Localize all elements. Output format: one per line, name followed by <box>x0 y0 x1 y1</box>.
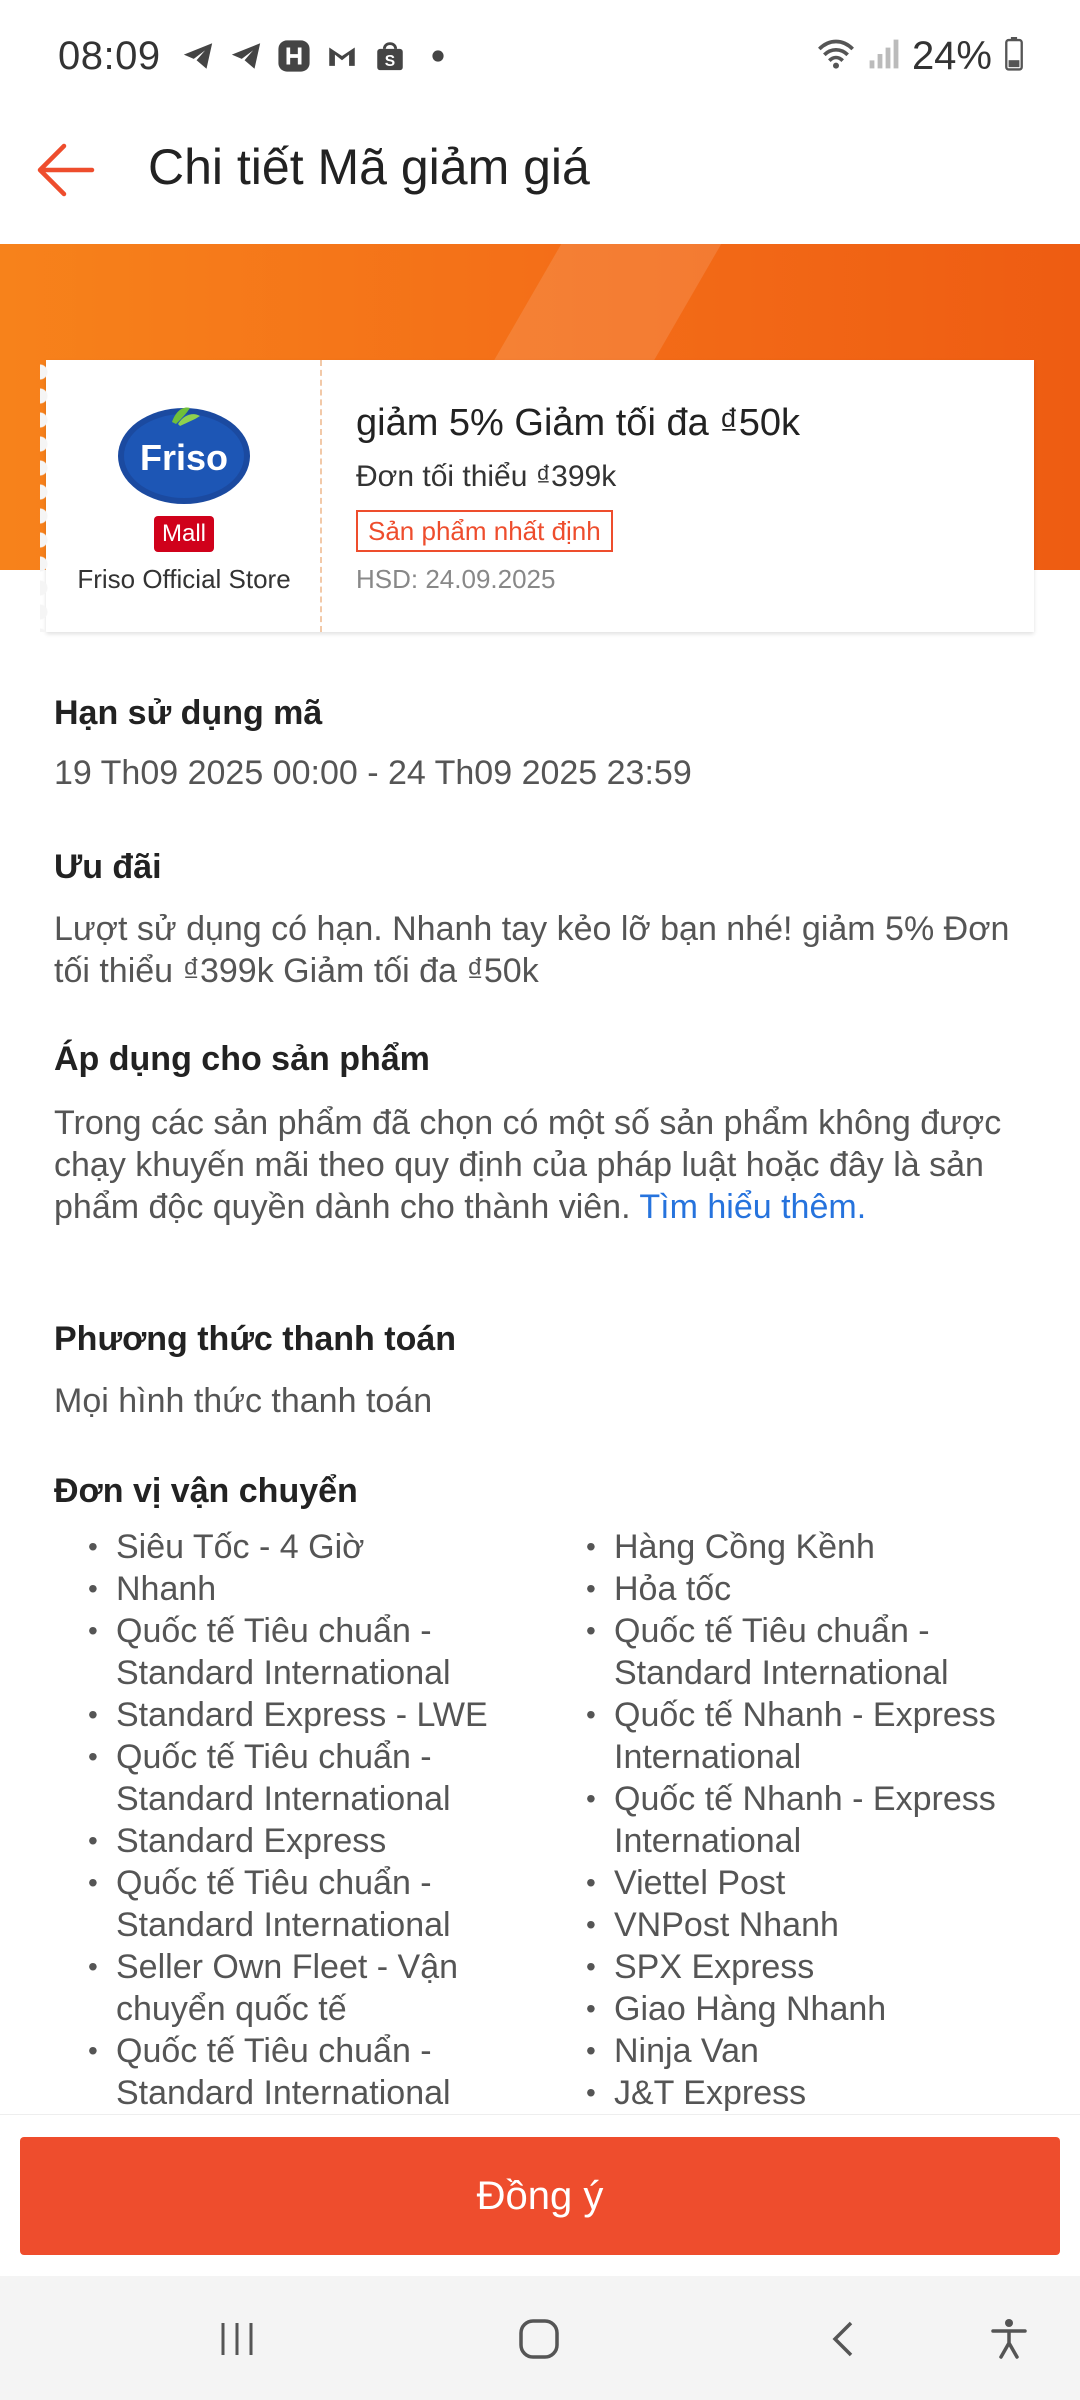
offer-title: Ưu đãi <box>54 848 162 886</box>
products-title: Áp dụng cho sản phẩm <box>54 1040 430 1078</box>
shipping-title: Đơn vị vận chuyển <box>54 1472 358 1510</box>
list-item: Standard Express <box>88 1820 568 1862</box>
dot-icon <box>420 38 456 74</box>
list-item: Siêu Tốc - 4 Giờ <box>88 1526 568 1568</box>
friso-logo: Friso <box>114 398 254 508</box>
validity-title: Hạn sử dụng mã <box>54 694 323 732</box>
hack-icon <box>276 38 312 74</box>
back-nav-icon[interactable] <box>808 2304 878 2374</box>
offer-text: Lượt sử dụng có hạn. Nhanh tay kẻo lỡ bạ… <box>54 910 1010 990</box>
list-item: Standard Express - LWE <box>88 1694 568 1736</box>
notification-icons: S <box>180 38 456 74</box>
store-name: Friso Official Store <box>77 564 291 594</box>
back-arrow-icon[interactable] <box>34 138 98 202</box>
mall-badge: Mall <box>154 516 214 552</box>
list-item: Ninja Van <box>586 2030 1066 2072</box>
products-text: Trong các sản phẩm đã chọn có một số sản… <box>54 1102 1014 1228</box>
payment-title: Phương thức thanh toán <box>54 1320 457 1358</box>
shipping-list-left: Siêu Tốc - 4 Giờ Nhanh Quốc tế Tiêu chuẩ… <box>88 1526 568 2114</box>
voucher-min-order: Đơn tối thiểu ₫399k <box>356 460 617 493</box>
list-item: Viettel Post <box>586 1862 1066 1904</box>
list-item: Nhanh <box>88 1568 568 1610</box>
page-title: Chi tiết Mã giảm giá <box>148 139 590 195</box>
battery-percentage: 24% <box>911 34 992 78</box>
svg-text:S: S <box>385 53 395 70</box>
payment-text: Mọi hình thức thanh toán <box>54 1382 433 1420</box>
list-item: Quốc tế Tiêu chuẩn - Standard Internatio… <box>88 1610 568 1694</box>
shopee-icon: S <box>372 38 408 74</box>
voucher-title: giảm 5% Giảm tối đa ₫50k <box>356 402 801 444</box>
system-icons: 24% <box>816 34 1024 79</box>
gmail-icon <box>324 38 360 74</box>
voucher-expiry: HSD: 24.09.2025 <box>356 564 556 594</box>
list-item: Quốc tế Nhanh - Express International <box>586 1694 1066 1778</box>
agree-button[interactable]: Đồng ý <box>20 2137 1060 2255</box>
validity-text: 19 Th09 2025 00:00 - 24 Th09 2025 23:59 <box>54 754 692 792</box>
list-item: Quốc tế Tiêu chuẩn - Standard Internatio… <box>88 2030 568 2114</box>
status-bar: 08:09 S 24% <box>0 0 1080 110</box>
list-item: VNPost Nhanh <box>586 1904 1066 1946</box>
list-item: Quốc tế Tiêu chuẩn - Standard Internatio… <box>586 1610 1066 1694</box>
list-item: Giao Hàng Nhanh <box>586 1988 1066 2030</box>
telegram-icon <box>180 38 216 74</box>
wifi-icon <box>816 36 856 77</box>
learn-more-link[interactable]: Tìm hiểu thêm. <box>639 1188 866 1226</box>
accessibility-icon[interactable] <box>974 2304 1044 2374</box>
list-item: Hàng Cồng Kềnh <box>586 1526 1066 1568</box>
telegram-icon <box>228 38 264 74</box>
battery-icon <box>1004 37 1024 76</box>
recent-apps-icon[interactable] <box>202 2304 272 2374</box>
list-item: Quốc tế Nhanh - Express International <box>586 1778 1066 1862</box>
voucher-store-section: Friso Mall Friso Official Store <box>40 360 322 632</box>
signal-icon <box>868 37 900 76</box>
voucher-product-tag: Sản phẩm nhất định <box>356 510 613 552</box>
home-icon[interactable] <box>504 2304 574 2374</box>
list-item: Hỏa tốc <box>586 1568 1066 1610</box>
friso-logo-text: Friso <box>140 437 228 478</box>
list-item: Seller Own Fleet - Vận chuyển quốc tế <box>88 1946 568 2030</box>
status-time: 08:09 <box>58 34 161 78</box>
list-item: Quốc tế Tiêu chuẩn - Standard Internatio… <box>88 1736 568 1820</box>
voucher-card: Friso Mall Friso Official Store giảm 5% … <box>40 360 1034 632</box>
list-item: SPX Express <box>586 1946 1066 1988</box>
list-item: J&T Express <box>586 2072 1066 2114</box>
list-item: Quốc tế Tiêu chuẩn - Standard Internatio… <box>88 1862 568 1946</box>
shipping-list-right: Hàng Cồng Kềnh Hỏa tốc Quốc tế Tiêu chuẩ… <box>586 1526 1066 2114</box>
